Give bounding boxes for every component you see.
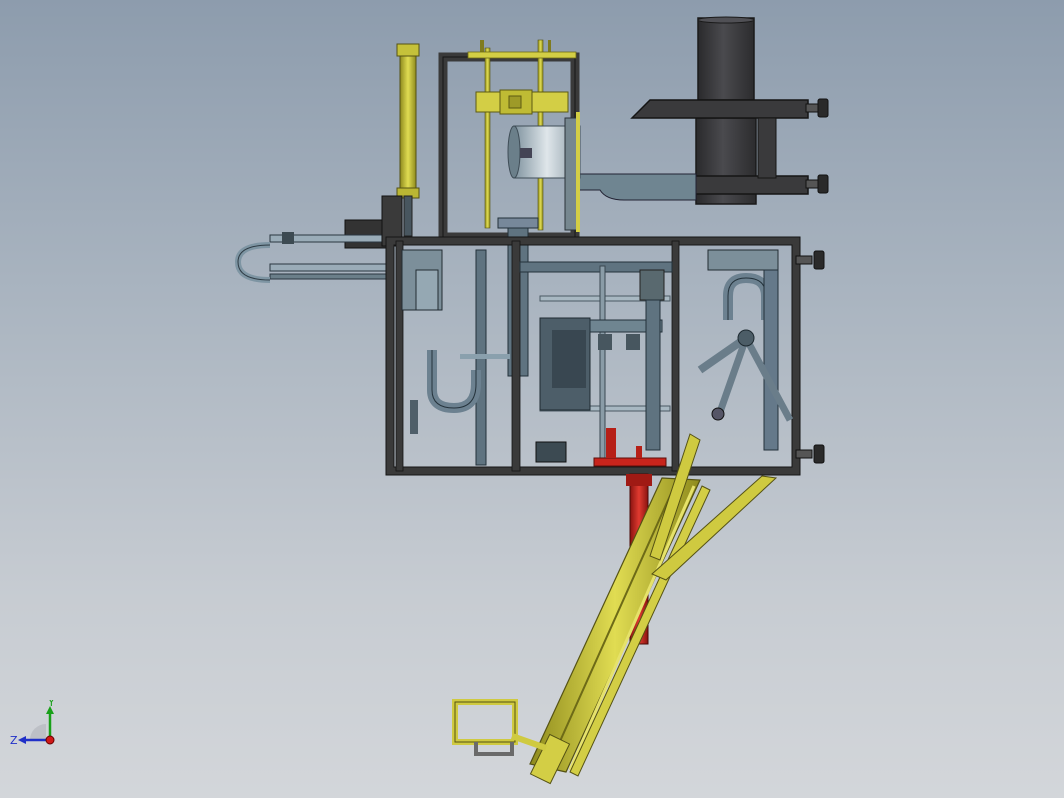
y-axis-label: Y (47, 700, 55, 709)
left-horizontal-cylinders (234, 195, 403, 283)
x-axis-dot (45, 735, 55, 745)
diagonal-arm (452, 433, 778, 785)
machine-assembly-model[interactable] (0, 0, 1064, 798)
triad-axes: Y Z (10, 696, 55, 747)
coordinate-triad: Y Z (8, 696, 68, 760)
z-axis-label: Z (10, 734, 18, 747)
hopper-assembly (575, 16, 829, 205)
right-linkage (697, 249, 825, 464)
cad-viewport[interactable]: Y Z (0, 0, 1064, 798)
